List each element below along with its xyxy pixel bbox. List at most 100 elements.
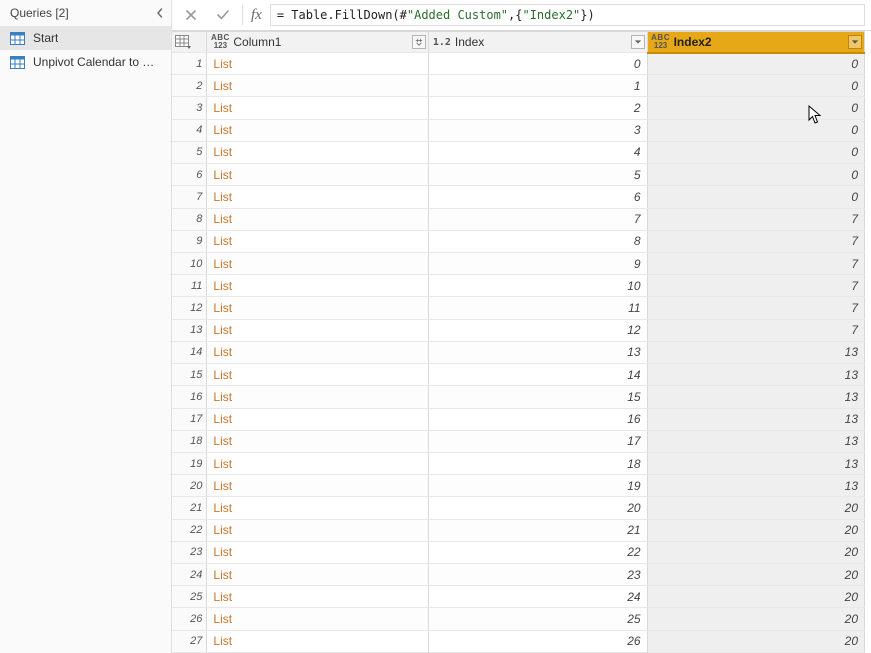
filter-dropdown-icon[interactable] — [848, 35, 862, 49]
cell-index[interactable]: 6 — [428, 186, 647, 208]
table-options-button[interactable] — [172, 32, 207, 53]
cell-column1[interactable]: List — [207, 341, 428, 363]
cell-index[interactable]: 2 — [428, 97, 647, 119]
table-row[interactable]: 19List1813 — [172, 452, 865, 474]
query-item[interactable]: Start — [0, 26, 171, 50]
cell-column1[interactable]: List — [207, 497, 428, 519]
cell-index2[interactable]: 20 — [647, 519, 864, 541]
cell-index[interactable]: 0 — [428, 53, 647, 75]
cell-index2[interactable]: 13 — [647, 452, 864, 474]
column-header-index2[interactable]: ABC 123 Index2 — [647, 32, 864, 53]
cell-index[interactable]: 5 — [428, 164, 647, 186]
cell-index2[interactable]: 20 — [647, 630, 864, 652]
cell-column1[interactable]: List — [207, 475, 428, 497]
cell-index[interactable]: 19 — [428, 475, 647, 497]
cell-index2[interactable]: 7 — [647, 230, 864, 252]
table-row[interactable]: 25List2420 — [172, 586, 865, 608]
cell-index2[interactable]: 7 — [647, 297, 864, 319]
table-row[interactable]: 3List20 — [172, 97, 865, 119]
cell-index[interactable]: 9 — [428, 252, 647, 274]
cell-column1[interactable]: List — [207, 386, 428, 408]
cell-index[interactable]: 7 — [428, 208, 647, 230]
cell-index2[interactable]: 7 — [647, 275, 864, 297]
table-row[interactable]: 13List127 — [172, 319, 865, 341]
cell-index[interactable]: 13 — [428, 341, 647, 363]
cell-index2[interactable]: 13 — [647, 475, 864, 497]
cell-column1[interactable]: List — [207, 141, 428, 163]
cell-index2[interactable]: 0 — [647, 186, 864, 208]
table-row[interactable]: 11List107 — [172, 275, 865, 297]
cell-column1[interactable]: List — [207, 430, 428, 452]
cell-index[interactable]: 11 — [428, 297, 647, 319]
table-row[interactable]: 2List10 — [172, 75, 865, 97]
cell-index[interactable]: 23 — [428, 564, 647, 586]
cell-index[interactable]: 14 — [428, 364, 647, 386]
table-row[interactable]: 5List40 — [172, 141, 865, 163]
cell-index[interactable]: 25 — [428, 608, 647, 630]
table-row[interactable]: 7List60 — [172, 186, 865, 208]
cell-index2[interactable]: 13 — [647, 386, 864, 408]
table-row[interactable]: 16List1513 — [172, 386, 865, 408]
table-row[interactable]: 21List2020 — [172, 497, 865, 519]
cell-index[interactable]: 12 — [428, 319, 647, 341]
cell-index[interactable]: 15 — [428, 386, 647, 408]
column-header-index[interactable]: 1.2 Index — [428, 32, 647, 53]
table-row[interactable]: 6List50 — [172, 164, 865, 186]
cell-column1[interactable]: List — [207, 252, 428, 274]
table-row[interactable]: 23List2220 — [172, 541, 865, 563]
cell-column1[interactable]: List — [207, 630, 428, 652]
cell-column1[interactable]: List — [207, 297, 428, 319]
cell-column1[interactable]: List — [207, 408, 428, 430]
cell-index2[interactable]: 20 — [647, 608, 864, 630]
table-row[interactable]: 17List1613 — [172, 408, 865, 430]
table-row[interactable]: 4List30 — [172, 119, 865, 141]
column-header-column1[interactable]: ABC 123 Column1 — [207, 32, 428, 53]
table-row[interactable]: 14List1313 — [172, 341, 865, 363]
table-row[interactable]: 12List117 — [172, 297, 865, 319]
cell-index[interactable]: 3 — [428, 119, 647, 141]
cancel-formula-button[interactable] — [178, 4, 204, 26]
cell-index[interactable]: 22 — [428, 541, 647, 563]
table-row[interactable]: 1List00 — [172, 53, 865, 75]
cell-column1[interactable]: List — [207, 208, 428, 230]
formula-input[interactable]: = Table.FillDown(#"Added Custom",{"Index… — [270, 4, 865, 26]
cell-index2[interactable]: 20 — [647, 564, 864, 586]
chevron-left-icon[interactable] — [155, 8, 165, 18]
cell-index2[interactable]: 0 — [647, 164, 864, 186]
expand-icon[interactable] — [412, 35, 426, 49]
cell-index2[interactable]: 7 — [647, 252, 864, 274]
cell-column1[interactable]: List — [207, 53, 428, 75]
table-row[interactable]: 20List1913 — [172, 475, 865, 497]
cell-index2[interactable]: 20 — [647, 586, 864, 608]
cell-index2[interactable]: 13 — [647, 408, 864, 430]
cell-index[interactable]: 20 — [428, 497, 647, 519]
cell-index2[interactable]: 7 — [647, 208, 864, 230]
cell-column1[interactable]: List — [207, 75, 428, 97]
cell-column1[interactable]: List — [207, 319, 428, 341]
cell-index2[interactable]: 13 — [647, 364, 864, 386]
table-row[interactable]: 22List2120 — [172, 519, 865, 541]
query-item[interactable]: Unpivot Calendar to T… — [0, 50, 171, 74]
cell-index[interactable]: 8 — [428, 230, 647, 252]
table-row[interactable]: 26List2520 — [172, 608, 865, 630]
cell-index2[interactable]: 20 — [647, 541, 864, 563]
cell-index2[interactable]: 13 — [647, 341, 864, 363]
cell-index2[interactable]: 0 — [647, 119, 864, 141]
cell-index[interactable]: 17 — [428, 430, 647, 452]
cell-column1[interactable]: List — [207, 97, 428, 119]
table-row[interactable]: 24List2320 — [172, 564, 865, 586]
cell-index[interactable]: 10 — [428, 275, 647, 297]
table-row[interactable]: 10List97 — [172, 252, 865, 274]
cell-index[interactable]: 24 — [428, 586, 647, 608]
table-row[interactable]: 8List77 — [172, 208, 865, 230]
cell-column1[interactable]: List — [207, 541, 428, 563]
cell-index[interactable]: 4 — [428, 141, 647, 163]
cell-index[interactable]: 1 — [428, 75, 647, 97]
table-row[interactable]: 27List2620 — [172, 630, 865, 652]
cell-column1[interactable]: List — [207, 275, 428, 297]
table-row[interactable]: 18List1713 — [172, 430, 865, 452]
cell-index2[interactable]: 0 — [647, 141, 864, 163]
cell-index2[interactable]: 0 — [647, 97, 864, 119]
cell-column1[interactable]: List — [207, 519, 428, 541]
cell-column1[interactable]: List — [207, 564, 428, 586]
